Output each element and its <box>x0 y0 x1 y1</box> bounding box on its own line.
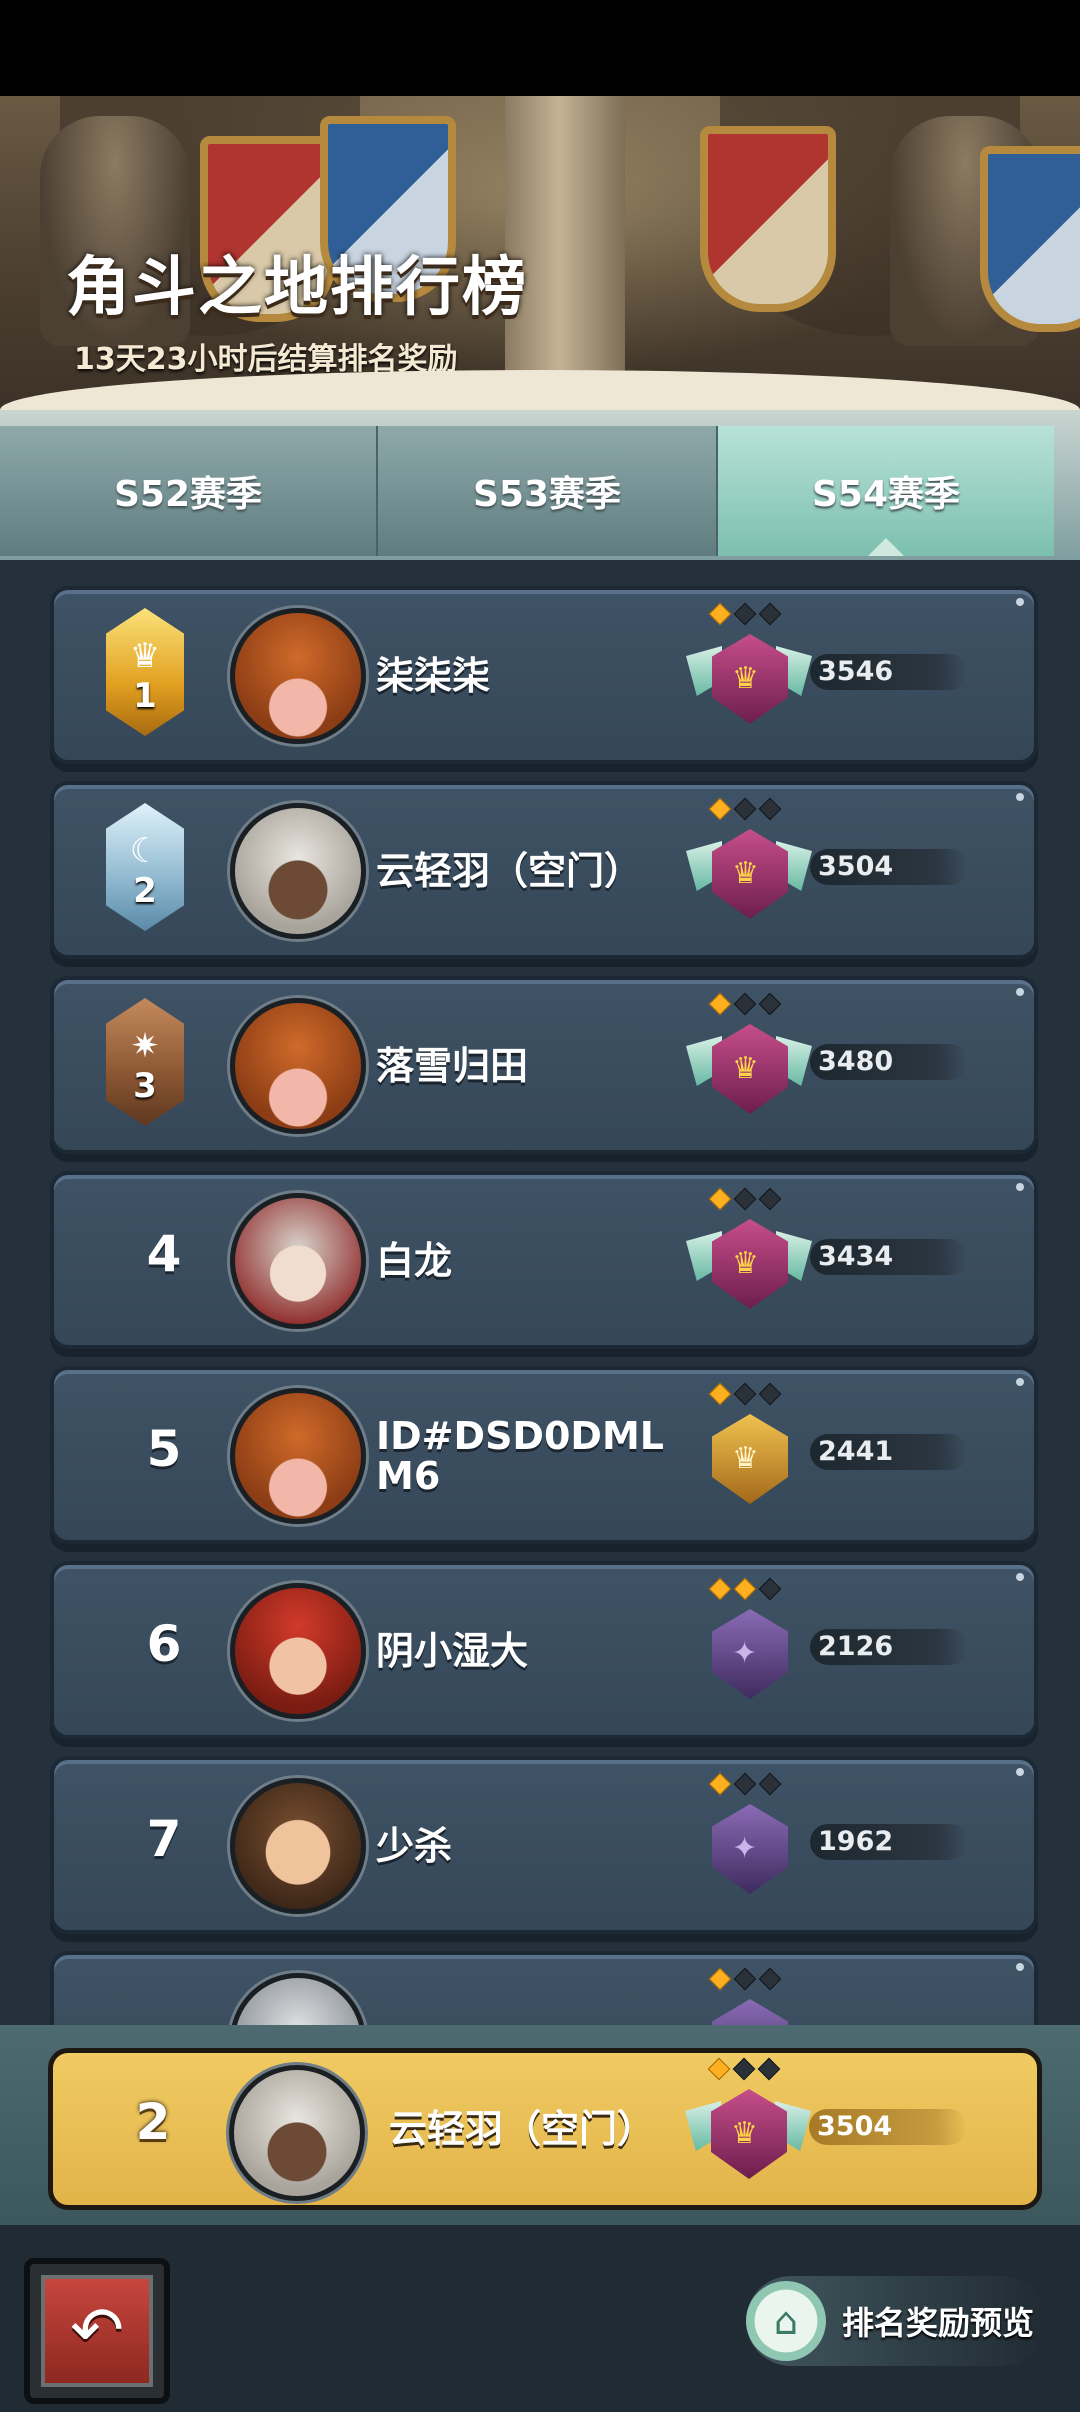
my-rank-score: 3504 <box>809 2109 967 2145</box>
my-rank-row[interactable]: 2 云轻羽（空门） ♛ 3504 <box>48 2048 1042 2210</box>
rank-score: 2126 <box>810 1629 968 1665</box>
rank-number: 5 <box>146 1420 182 1478</box>
rank-score: 2441 <box>810 1434 968 1470</box>
leaderboard-row[interactable]: 7 少杀 ✦ 1962 <box>50 1756 1038 1934</box>
leaderboard-row[interactable]: 6 阴小湿大 ✦ 2126 <box>50 1561 1038 1739</box>
reward-preview-label: 排名奖励预览 <box>842 2304 1035 2342</box>
leaderboard-row[interactable]: 4 白龙 ♛ 3434 <box>50 1171 1038 1349</box>
my-avatar[interactable] <box>229 2065 365 2201</box>
back-button[interactable]: ↶ <box>24 2258 170 2404</box>
rank-number: 7 <box>146 1810 182 1868</box>
reward-chest-icon: ⌂ <box>746 2281 826 2361</box>
page-title: 角斗之地排行榜 <box>66 251 528 325</box>
pumpkin-avatar[interactable] <box>230 1388 366 1524</box>
player-name: 落雪归田 <box>376 1044 529 1088</box>
rank-score: 3480 <box>810 1044 968 1080</box>
bronze-medal-icon: ✷ 3 <box>106 998 184 1126</box>
purple-rank-badge-icon: ✦ <box>694 1772 804 1912</box>
tab-s54[interactable]: S54赛季 <box>718 426 1054 556</box>
silver-medal-icon: ☾ 2 <box>106 803 184 931</box>
player-name: 阴小湿大 <box>376 1629 529 1673</box>
rank-number: 6 <box>146 1615 182 1673</box>
status-bar <box>0 0 1080 96</box>
my-rank-number: 2 <box>135 2093 171 2151</box>
leaderboard-row[interactable]: 5 ID#DSD0DMLM6 ♛ 2441 <box>50 1366 1038 1544</box>
my-player-name: 云轻羽（空门） <box>389 2107 656 2151</box>
leaderboard-row[interactable]: ☾ 2 云轻羽（空门） ♛ 3504 <box>50 781 1038 959</box>
white-hair-girl-avatar[interactable] <box>230 803 366 939</box>
master-rank-badge-icon: ♛ <box>686 1187 812 1327</box>
tab-s52[interactable]: S52赛季 <box>0 426 376 556</box>
leaderboard-list[interactable]: ♛ 1 柒柒柒 ♛ 3546 ☾ 2 云轻羽（空门） ♛ 3504 ✷ 3 落雪归田 … <box>0 560 1080 2025</box>
master-rank-badge-icon: ♛ <box>686 992 812 1132</box>
gold-rank-badge-icon: ♛ <box>694 1382 804 1522</box>
gold-medal-icon: ♛ 1 <box>106 608 184 736</box>
player-name: 白龙 <box>376 1239 453 1283</box>
chief-avatar[interactable] <box>230 1583 366 1719</box>
rank-number: 4 <box>146 1225 182 1283</box>
rank-score: 3546 <box>810 654 968 690</box>
snowman-avatar[interactable] <box>230 1193 366 1329</box>
pumpkin-avatar[interactable] <box>230 998 366 1134</box>
leaderboard-row[interactable]: ♛ 1 柒柒柒 ♛ 3546 <box>50 586 1038 764</box>
player-name: 少杀 <box>376 1824 453 1868</box>
rank-score: 3434 <box>810 1239 968 1275</box>
leaderboard-row-partial[interactable] <box>50 1951 1038 2025</box>
pumpkin-avatar[interactable] <box>230 608 366 744</box>
leaderboard-row[interactable]: ✷ 3 落雪归田 ♛ 3480 <box>50 976 1038 1154</box>
tab-s53[interactable]: S53赛季 <box>378 426 716 556</box>
player-name: 云轻羽（空门） <box>376 849 643 893</box>
player-name: 柒柒柒 <box>376 654 491 698</box>
bald-man-avatar[interactable] <box>230 1778 366 1914</box>
rank-score: 1962 <box>810 1824 968 1860</box>
back-arrow-icon: ↶ <box>41 2275 153 2387</box>
master-rank-badge-icon: ♛ <box>686 602 812 742</box>
purple-rank-badge-icon: ✦ <box>694 1577 804 1717</box>
purple-rank-badge-icon <box>694 1967 804 2025</box>
elder-avatar[interactable] <box>230 1973 366 2025</box>
master-rank-badge-icon: ♛ <box>685 2057 811 2197</box>
reward-preview-button[interactable]: ⌂ 排名奖励预览 <box>746 2276 1046 2366</box>
player-name: ID#DSD0DMLM6 <box>376 1414 664 1498</box>
master-rank-badge-icon: ♛ <box>686 797 812 937</box>
rank-score: 3504 <box>810 849 968 885</box>
